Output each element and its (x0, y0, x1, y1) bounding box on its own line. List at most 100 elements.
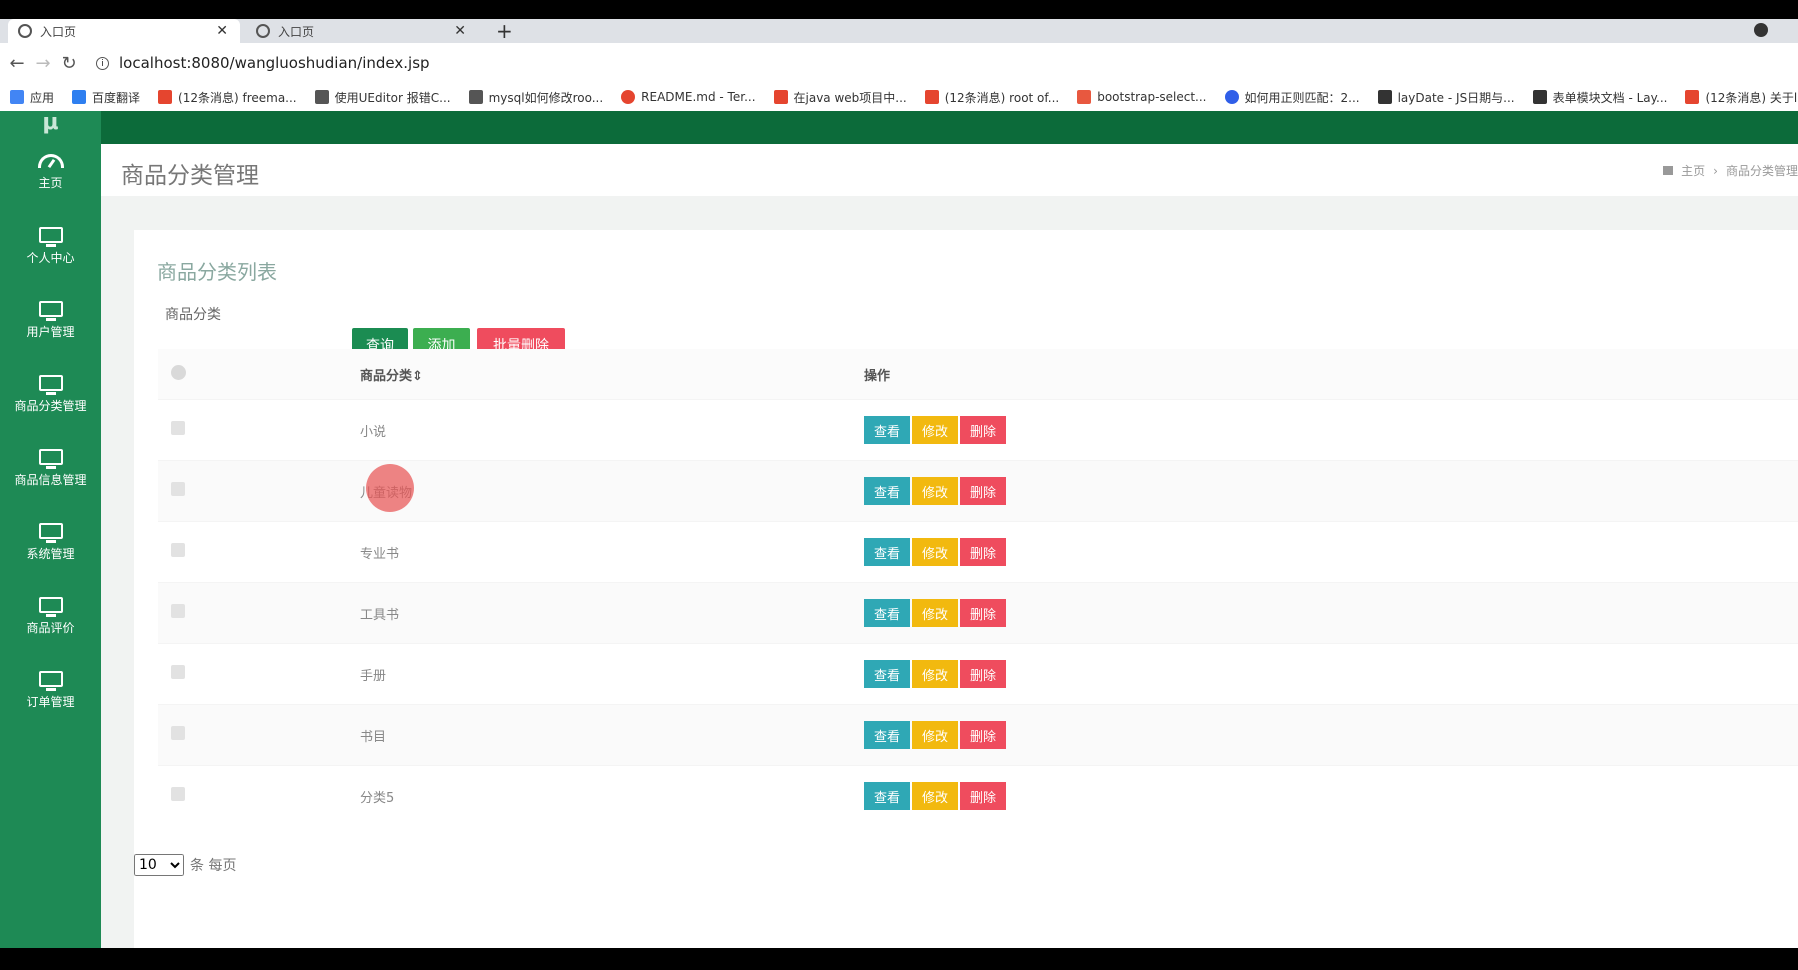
bookmark-item[interactable]: 使用UEditor 报错C... (314, 89, 451, 106)
monitor-icon (38, 522, 63, 543)
page-title: 商品分类管理 (121, 163, 259, 189)
table-row: 书目 查看 修改 删除 (158, 704, 1798, 766)
view-button[interactable]: 查看 (864, 538, 910, 566)
category-name: 小说 (359, 399, 863, 461)
row-checkbox[interactable] (171, 787, 185, 801)
reload-icon[interactable]: ↻ (56, 53, 82, 74)
bookmark-item[interactable]: 百度翻译 (72, 89, 140, 106)
edit-button[interactable]: 修改 (912, 599, 958, 627)
bookmark-favicon-icon (1685, 90, 1700, 104)
sidebar-item-home[interactable]: 主页 (0, 135, 101, 209)
view-button[interactable]: 查看 (864, 721, 910, 749)
sort-icon[interactable]: ⇕ (412, 369, 423, 384)
bookmark-item[interactable]: mysql如何修改roo... (468, 89, 603, 106)
bookmark-favicon-icon (924, 90, 939, 104)
row-checkbox[interactable] (171, 726, 185, 740)
monitor-icon (38, 596, 63, 617)
delete-button[interactable]: 删除 (960, 660, 1006, 688)
edit-button[interactable]: 修改 (912, 477, 958, 505)
tab-title: 入口页 (40, 24, 77, 39)
forward-icon[interactable]: → (30, 53, 56, 74)
sidebar-item-categories[interactable]: 商品分类管理 (0, 357, 101, 431)
sidebar-item-profile[interactable]: 个人中心 (0, 209, 101, 283)
row-checkbox[interactable] (171, 421, 185, 435)
bookmark-item[interactable]: README.md - Ter... (621, 90, 756, 104)
apps-grid-icon (10, 90, 24, 104)
back-icon[interactable]: ← (4, 53, 30, 74)
sidebar-item-users[interactable]: 用户管理 (0, 283, 101, 357)
bookmark-item[interactable]: (12条消息) freema... (158, 89, 297, 106)
edit-button[interactable]: 修改 (912, 782, 958, 810)
breadcrumb-home[interactable]: 主页 (1681, 162, 1705, 179)
url-field[interactable]: i localhost:8080/wangluoshudian/index.js… (96, 54, 430, 72)
browser-tab-active[interactable]: 入口页 ✕ (8, 19, 240, 43)
monitor-icon (38, 374, 63, 395)
delete-button[interactable]: 删除 (960, 477, 1006, 505)
bookmark-favicon-icon (621, 90, 636, 104)
close-tab-icon[interactable]: ✕ (216, 23, 228, 39)
bookmark-apps[interactable]: 应用 (10, 89, 54, 106)
sidebar: μ 主页 个人中心 用户管理 商品分类管理 商品信息管理 系统管理 商品评价 订… (0, 111, 101, 948)
edit-button[interactable]: 修改 (912, 538, 958, 566)
bookmark-item[interactable]: 表单模块文档 - Lay... (1532, 89, 1667, 106)
bookmark-item[interactable]: 在java web项目中... (773, 89, 907, 106)
row-checkbox[interactable] (171, 543, 185, 557)
top-navbar (101, 111, 1798, 144)
browser-tabstrip: 入口页 ✕ 入口页 ✕ (0, 19, 1798, 43)
delete-button[interactable]: 删除 (960, 416, 1006, 444)
delete-button[interactable]: 删除 (960, 599, 1006, 627)
bookmark-item[interactable]: bootstrap-select... (1077, 90, 1207, 104)
bookmark-favicon-icon (1224, 90, 1239, 104)
sidebar-item-products[interactable]: 商品信息管理 (0, 431, 101, 505)
category-name: 分类5 (359, 765, 863, 826)
view-button[interactable]: 查看 (864, 416, 910, 444)
table-header: 商品分类⇕ 操作 (158, 349, 1798, 400)
bookmark-item[interactable]: layDate - JS日期与... (1377, 89, 1515, 106)
column-header-category[interactable]: 商品分类 (360, 369, 412, 384)
row-checkbox[interactable] (171, 604, 185, 618)
category-list-card: 商品分类列表 商品分类 查询 添加 批量删除 商品分类⇕ 操作 小说 查看 修改 (134, 230, 1798, 948)
profile-icon[interactable] (1754, 23, 1768, 37)
bookmark-item[interactable]: (12条消息) root of... (924, 89, 1059, 106)
bookmark-favicon-icon (468, 90, 483, 104)
view-button[interactable]: 查看 (864, 660, 910, 688)
monitor-icon (38, 226, 63, 247)
view-button[interactable]: 查看 (864, 477, 910, 505)
bookmark-favicon-icon (1377, 90, 1392, 104)
breadcrumb: 主页 › 商品分类管理 (1663, 162, 1798, 179)
home-icon (1663, 166, 1674, 175)
delete-button[interactable]: 删除 (960, 721, 1006, 749)
category-table: 商品分类⇕ 操作 小说 查看 修改 删除 儿童读物 (158, 349, 1798, 826)
browser-tab[interactable]: 入口页 ✕ (246, 19, 478, 43)
edit-button[interactable]: 修改 (912, 660, 958, 688)
view-button[interactable]: 查看 (864, 599, 910, 627)
close-tab-icon[interactable]: ✕ (454, 23, 466, 39)
row-checkbox[interactable] (171, 482, 185, 496)
delete-button[interactable]: 删除 (960, 782, 1006, 810)
dashboard-icon (37, 153, 64, 168)
select-all-checkbox[interactable] (171, 364, 186, 380)
url-text[interactable]: localhost:8080/wangluoshudian/index.jsp (119, 54, 430, 72)
sidebar-item-reviews[interactable]: 商品评价 (0, 579, 101, 653)
monitor-icon (38, 448, 63, 469)
new-tab-button[interactable]: + (496, 19, 513, 43)
row-checkbox[interactable] (171, 665, 185, 679)
search-label: 商品分类 (165, 307, 221, 323)
category-name: 专业书 (359, 521, 863, 583)
sidebar-item-system[interactable]: 系统管理 (0, 505, 101, 579)
delete-button[interactable]: 删除 (960, 538, 1006, 566)
page-header: 商品分类管理 主页 › 商品分类管理 (101, 144, 1798, 196)
main-content: 商品分类管理 主页 › 商品分类管理 商品分类列表 商品分类 查询 添加 批量删… (101, 144, 1798, 948)
edit-button[interactable]: 修改 (912, 416, 958, 444)
sidebar-item-orders[interactable]: 订单管理 (0, 653, 101, 727)
bookmark-favicon-icon (1532, 90, 1547, 104)
view-button[interactable]: 查看 (864, 782, 910, 810)
info-icon[interactable]: i (96, 56, 109, 70)
bookmark-item[interactable]: 如何用正则匹配：2... (1224, 89, 1360, 106)
bookmark-item[interactable]: (12条消息) 关于lay (1685, 89, 1798, 106)
column-header-actions: 操作 (864, 368, 891, 384)
page-size-select[interactable]: 10 (134, 854, 184, 876)
bookmark-favicon-icon (72, 90, 87, 104)
table-row: 小说 查看 修改 删除 (158, 399, 1798, 461)
edit-button[interactable]: 修改 (912, 721, 958, 749)
